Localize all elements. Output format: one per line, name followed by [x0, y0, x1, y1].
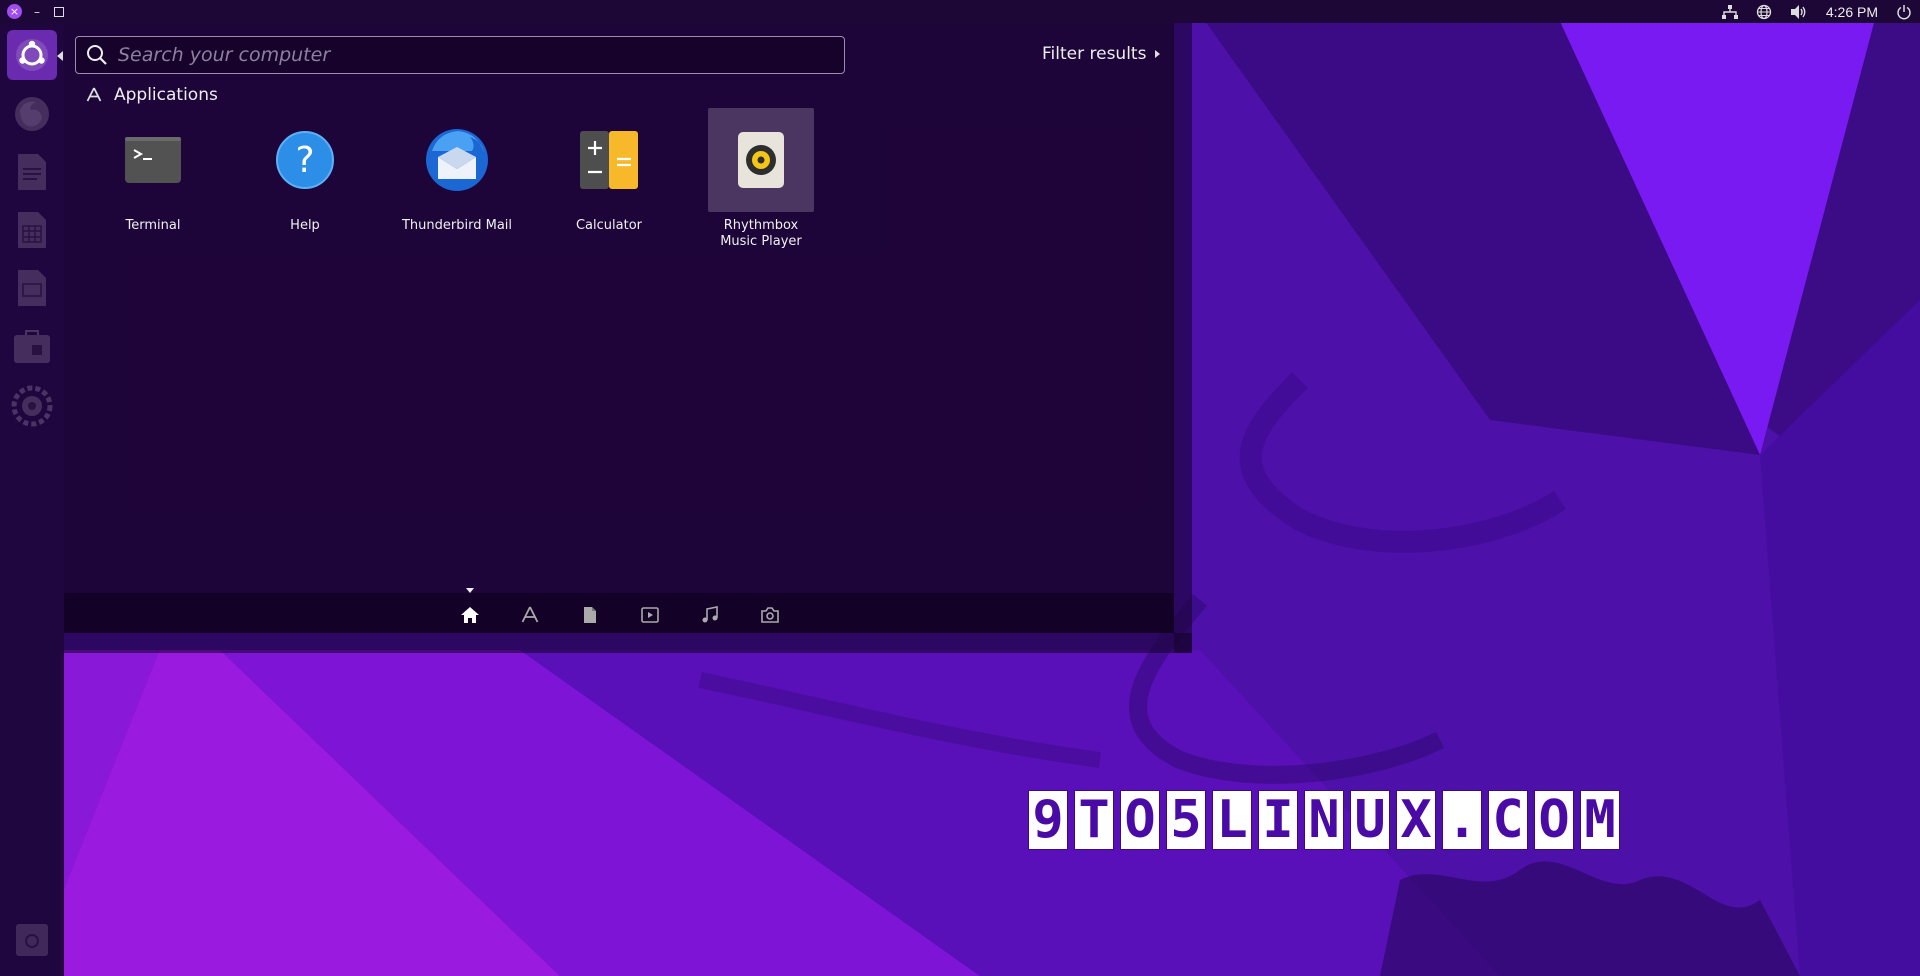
site-watermark: 9 T O 5 L I N U X . C O M: [1028, 790, 1626, 850]
calc-icon: [18, 212, 46, 248]
ubuntu-logo-icon: [16, 39, 48, 71]
applications-icon: [521, 606, 539, 623]
launcher-trash[interactable]: [7, 915, 57, 965]
app-label: Help: [290, 218, 320, 233]
svg-text:?: ?: [295, 140, 314, 181]
lens-photos[interactable]: [758, 605, 782, 625]
impress-icon: [18, 270, 46, 306]
writer-icon: [18, 154, 46, 190]
music-icon: [702, 606, 718, 623]
close-window-button[interactable]: ×: [7, 4, 22, 19]
filter-expand-arrow-icon: [1155, 50, 1161, 58]
home-icon: [461, 607, 479, 623]
launcher: [0, 23, 64, 976]
top-panel: × – 4:26 PM: [0, 0, 1920, 23]
launcher-software[interactable]: [7, 321, 57, 371]
dash-shadow-right: [1174, 23, 1192, 653]
app-tile: [100, 108, 206, 212]
panel-indicators: 4:26 PM: [1721, 0, 1920, 23]
globe-icon[interactable]: [1756, 4, 1772, 20]
launcher-impress[interactable]: [7, 263, 57, 313]
watermark-char: 9: [1028, 790, 1068, 850]
lens-applications[interactable]: [518, 605, 542, 625]
lens-video[interactable]: [638, 605, 662, 625]
dash-overlay: Filter results Applications Terminal ? H…: [64, 23, 1174, 633]
app-label: Calculator: [575, 218, 642, 233]
files-icon: [584, 607, 596, 623]
launcher-calc[interactable]: [7, 205, 57, 255]
watermark-char: I: [1258, 790, 1298, 850]
app-calculator[interactable]: Calculator: [533, 108, 685, 234]
watermark-char: U: [1350, 790, 1390, 850]
app-tile: [708, 108, 814, 212]
watermark-char: L: [1212, 790, 1252, 850]
power-icon[interactable]: [1896, 4, 1912, 20]
launcher-active-arrow: [57, 51, 63, 61]
search-input[interactable]: [116, 43, 820, 67]
watermark-char: C: [1488, 790, 1528, 850]
software-icon: [14, 330, 50, 363]
watermark-char: M: [1580, 790, 1620, 850]
volume-icon[interactable]: [1790, 4, 1808, 20]
help-icon: ?: [276, 131, 334, 189]
photos-icon: [761, 607, 779, 623]
thunderbird-icon: [426, 129, 488, 191]
trash-icon: [16, 924, 48, 956]
category-label: Applications: [114, 85, 218, 105]
search-box[interactable]: [75, 36, 845, 74]
dash-shadow-bottom: [64, 633, 1192, 653]
launcher-firefox[interactable]: [7, 89, 57, 139]
app-terminal[interactable]: Terminal: [77, 108, 229, 234]
launcher-writer[interactable]: [7, 147, 57, 197]
watermark-char: 5: [1166, 790, 1206, 850]
app-rhythmbox[interactable]: Rhythmbox Music Player: [685, 108, 837, 250]
applications-category-icon: [86, 87, 102, 102]
app-thunderbird[interactable]: Thunderbird Mail: [381, 108, 533, 234]
watermark-char: N: [1304, 790, 1344, 850]
watermark-char: T: [1074, 790, 1114, 850]
network-icon[interactable]: [1721, 4, 1738, 19]
rhythmbox-icon: [738, 132, 784, 188]
app-label: Thunderbird Mail: [401, 218, 513, 233]
app-tile: [556, 108, 662, 212]
video-icon: [641, 607, 659, 623]
watermark-char: O: [1120, 790, 1160, 850]
window-controls: × –: [0, 0, 64, 23]
app-help[interactable]: ? Help: [229, 108, 381, 234]
calculator-icon: [580, 131, 638, 189]
minimize-window-button[interactable]: –: [34, 5, 40, 19]
search-icon: [87, 45, 107, 65]
app-tile: ?: [252, 108, 358, 212]
launcher-settings[interactable]: [7, 381, 57, 431]
applications-category-header[interactable]: Applications: [86, 85, 218, 105]
active-lens-indicator: [466, 588, 474, 593]
settings-icon: [11, 385, 53, 427]
lens-bar: [64, 588, 1174, 633]
filter-results-button[interactable]: Filter results: [1042, 44, 1161, 64]
watermark-char: O: [1534, 790, 1574, 850]
firefox-icon: [15, 97, 49, 131]
watermark-char: X: [1396, 790, 1436, 850]
dash-home-button[interactable]: [7, 30, 57, 80]
app-tile: [404, 108, 510, 212]
lens-music[interactable]: [698, 605, 722, 625]
lens-files[interactable]: [578, 605, 602, 625]
app-label: Rhythmbox Music Player: [720, 218, 802, 249]
terminal-icon: [125, 137, 181, 183]
lens-home[interactable]: [458, 605, 482, 625]
app-label: Terminal: [125, 218, 181, 233]
filter-results-label: Filter results: [1042, 44, 1147, 64]
clock[interactable]: 4:26 PM: [1826, 4, 1878, 20]
watermark-char: .: [1442, 790, 1482, 850]
maximize-window-button[interactable]: [54, 6, 64, 17]
